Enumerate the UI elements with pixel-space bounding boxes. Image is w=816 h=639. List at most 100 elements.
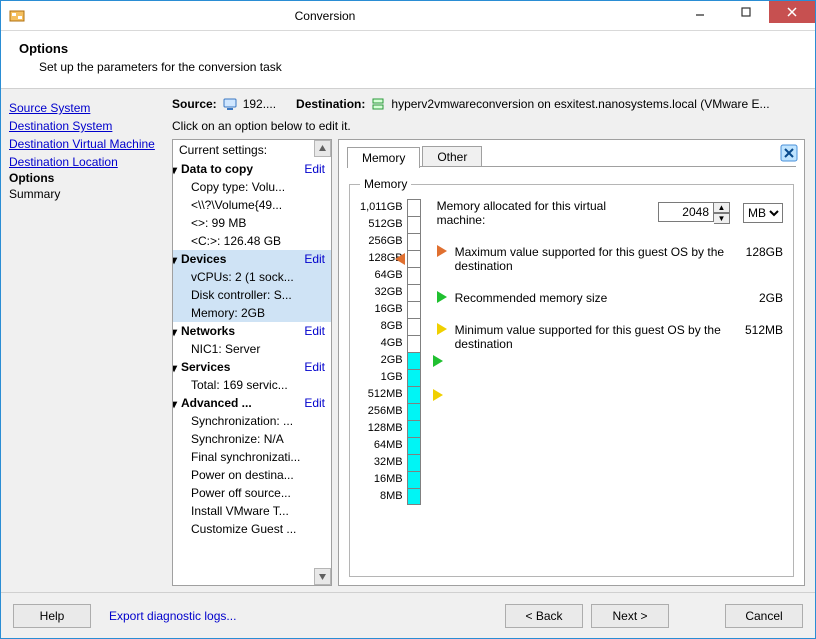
tree-item[interactable]: NIC1: Server	[173, 340, 331, 358]
hint-text: Click on an option below to edit it.	[172, 119, 805, 133]
next-button[interactable]: Next >	[591, 604, 669, 628]
legend-text: Minimum value supported for this guest O…	[455, 323, 731, 351]
conversion-window: Conversion Options Set up the parameters…	[0, 0, 816, 639]
page-subtitle: Set up the parameters for the conversion…	[39, 60, 797, 74]
tree-item[interactable]: Power off source...	[173, 484, 331, 502]
orange-marker-icon	[395, 253, 405, 265]
gauge-tick-label: 2GB	[360, 352, 403, 369]
wizard-step-3[interactable]: Destination Location	[9, 153, 158, 171]
legend-text: Recommended memory size	[455, 291, 745, 305]
gauge-cell	[407, 335, 421, 352]
tree-item[interactable]: Disk controller: S...	[173, 286, 331, 304]
source-destination-bar: Source: 192.... Destination: hyperv2vmwa…	[172, 97, 805, 111]
spin-up-button[interactable]: ▲	[714, 202, 730, 213]
gauge-cell	[407, 352, 421, 369]
edit-link[interactable]: Edit	[304, 162, 325, 176]
destination-label: Destination:	[296, 97, 365, 111]
edit-link[interactable]: Edit	[304, 252, 325, 266]
edit-link[interactable]: Edit	[304, 360, 325, 374]
destination-value: hyperv2vmwareconversion on esxitest.nano…	[391, 97, 769, 111]
cancel-button[interactable]: Cancel	[725, 604, 803, 628]
wizard-steps: Source SystemDestination SystemDestinati…	[1, 89, 166, 592]
back-button[interactable]: < Back	[505, 604, 583, 628]
edit-link[interactable]: Edit	[304, 324, 325, 338]
gauge-labels: 1,011GB512GB256GB128GB64GB32GB16GB8GB4GB…	[360, 199, 403, 505]
gauge-tick-label: 32MB	[360, 454, 403, 471]
tree-item[interactable]: Power on destina...	[173, 466, 331, 484]
wizard-step-0[interactable]: Source System	[9, 99, 158, 117]
gauge-tick-label: 8MB	[360, 488, 403, 505]
gauge-tick-label: 8GB	[360, 318, 403, 335]
gauge-tick-label: 1,011GB	[360, 199, 403, 216]
source-value: 192....	[243, 97, 276, 111]
panel-close-icon[interactable]	[780, 144, 798, 162]
gauge-cell	[407, 199, 421, 216]
tree-item[interactable]: Synchronization: ...	[173, 412, 331, 430]
close-button[interactable]	[769, 1, 815, 23]
wizard-step-1[interactable]: Destination System	[9, 117, 158, 135]
gauge-tick-label: 32GB	[360, 284, 403, 301]
tree-item[interactable]: Memory: 2GB	[173, 304, 331, 322]
tab-other[interactable]: Other	[422, 146, 482, 167]
tree-item[interactable]: Copy type: Volu...	[173, 178, 331, 196]
right-panel: Source: 192.... Destination: hyperv2vmwa…	[166, 89, 815, 592]
tree-item[interactable]: vCPUs: 2 (1 sock...	[173, 268, 331, 286]
tabs: Memory Other	[347, 146, 796, 167]
gauge-cell	[407, 267, 421, 284]
scroll-up-button[interactable]	[314, 140, 331, 157]
window-controls	[677, 1, 815, 30]
titlebar: Conversion	[1, 1, 815, 31]
tree-item[interactable]: <>: 99 MB	[173, 214, 331, 232]
gauge-tick-label: 256MB	[360, 403, 403, 420]
footer: Help Export diagnostic logs... < Back Ne…	[1, 592, 815, 638]
memory-fieldset: Memory 1,011GB512GB256GB128GB64GB32GB16G…	[349, 177, 794, 577]
maximize-button[interactable]	[723, 1, 769, 23]
gauge-cell	[407, 216, 421, 233]
edit-link[interactable]: Edit	[304, 396, 325, 410]
gauge-tick-label: 512GB	[360, 216, 403, 233]
tree-item[interactable]: Install VMware T...	[173, 502, 331, 520]
spin-down-button[interactable]: ▼	[714, 213, 730, 224]
tab-memory[interactable]: Memory	[347, 147, 420, 168]
tree-item[interactable]: <C:>: 126.48 GB	[173, 232, 331, 250]
tree-item[interactable]: <\\?\Volume{49...	[173, 196, 331, 214]
gauge-bar[interactable]	[407, 199, 421, 505]
legend-value: 2GB	[759, 291, 783, 305]
window-title: Conversion	[0, 9, 677, 23]
tree-item[interactable]: Total: 169 servic...	[173, 376, 331, 394]
source-label: Source:	[172, 97, 217, 111]
tree-group-2[interactable]: ▾NetworksEdit	[173, 322, 331, 340]
export-logs-link[interactable]: Export diagnostic logs...	[109, 609, 236, 623]
tree-group-3[interactable]: ▾ServicesEdit	[173, 358, 331, 376]
settings-tree[interactable]: Current settings: ▾Data to copyEditCopy …	[172, 139, 332, 586]
memory-gauge: 1,011GB512GB256GB128GB64GB32GB16GB8GB4GB…	[360, 199, 421, 566]
legend-value: 512MB	[745, 323, 783, 337]
gauge-tick-label: 512MB	[360, 386, 403, 403]
computer-icon	[223, 97, 237, 111]
memory-value-input[interactable]	[658, 202, 714, 222]
tree-item[interactable]: Customize Guest ...	[173, 520, 331, 538]
wizard-step-2[interactable]: Destination Virtual Machine	[9, 135, 158, 153]
detail-panel: Memory Other Memory 1,011GB512GB256GB128…	[338, 139, 805, 586]
tree-item[interactable]: Synchronize: N/A	[173, 430, 331, 448]
tree-group-1[interactable]: ▾DevicesEdit	[173, 250, 331, 268]
memory-unit-select[interactable]: MB	[743, 203, 783, 223]
memory-info: Memory allocated for this virtual machin…	[437, 199, 783, 566]
gauge-tick-label: 1GB	[360, 369, 403, 386]
gauge-cell	[407, 454, 421, 471]
tree-group-0[interactable]: ▾Data to copyEdit	[173, 160, 331, 178]
page-header: Options Set up the parameters for the co…	[1, 31, 815, 89]
legend-text: Maximum value supported for this guest O…	[455, 245, 732, 273]
memory-legend-row: Minimum value supported for this guest O…	[437, 323, 783, 351]
gauge-tick-label: 256GB	[360, 233, 403, 250]
memory-spinner[interactable]: ▲ ▼	[658, 202, 730, 224]
minimize-button[interactable]	[677, 1, 723, 23]
gauge-tick-label: 64MB	[360, 437, 403, 454]
orange-triangle-icon	[437, 245, 447, 257]
tree-item[interactable]: Final synchronizati...	[173, 448, 331, 466]
wizard-step-4: Options	[9, 171, 158, 185]
help-button[interactable]: Help	[13, 604, 91, 628]
scroll-down-button[interactable]	[314, 568, 331, 585]
gauge-cell	[407, 403, 421, 420]
tree-group-4[interactable]: ▾Advanced ...Edit	[173, 394, 331, 412]
